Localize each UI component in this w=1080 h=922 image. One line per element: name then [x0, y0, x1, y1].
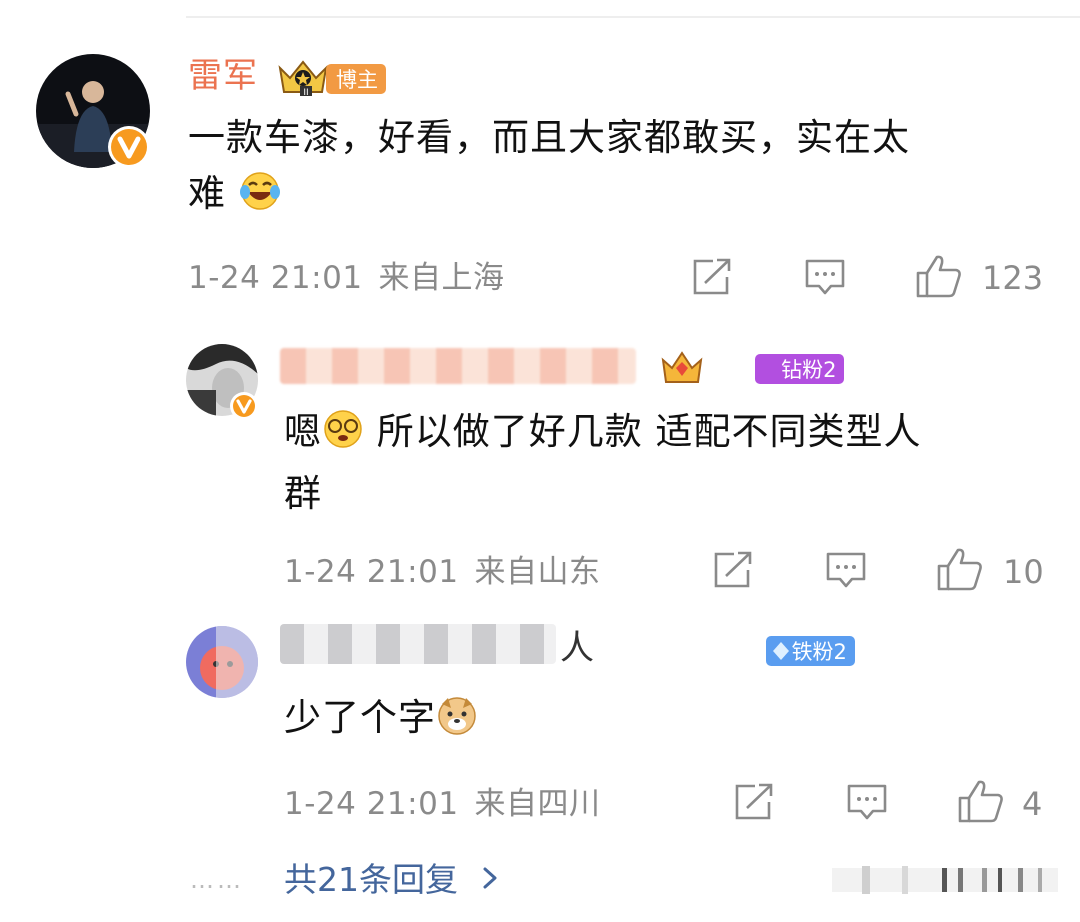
comment-meta: 1-24 21:01 来自上海 [188, 260, 505, 296]
like-icon[interactable] [915, 253, 963, 299]
svg-text:II: II [303, 88, 308, 98]
like-count: 10 [1003, 553, 1044, 591]
reply-text-2: 少了个字 [284, 690, 478, 752]
avatar-reply-2[interactable] [186, 626, 258, 698]
like-icon[interactable] [936, 546, 984, 592]
commenter-name[interactable]: 雷军 [188, 56, 258, 96]
laugh-cry-emoji [239, 170, 281, 228]
comment-icon[interactable] [825, 550, 867, 590]
reply-text-1: 嗯 所以做了好几款 适配不同类型人 群 [284, 408, 922, 515]
doge-emoji [436, 694, 478, 752]
blogger-badge: 博主 [326, 64, 386, 94]
iron-fan-badge: 铁粉2 [765, 636, 855, 666]
redacted-username [280, 624, 556, 664]
crown-icon: II [276, 58, 330, 98]
share-icon[interactable] [733, 782, 775, 822]
like-count: 4 [1022, 785, 1043, 823]
verified-badge-icon [108, 126, 150, 168]
share-icon[interactable] [691, 257, 733, 297]
dizzy-emoji [322, 408, 364, 466]
ellipsis-dots: …… [190, 866, 244, 894]
verified-badge-icon [230, 392, 258, 420]
like-icon[interactable] [957, 778, 1005, 824]
share-icon[interactable] [712, 550, 754, 590]
comment-text: 一款车漆，好看，而且大家都敢买，实在太 难 [188, 110, 910, 228]
redacted-username [280, 348, 636, 384]
diamond-crown-icon [660, 350, 704, 388]
chevron-right-icon [481, 862, 501, 902]
reply-meta-1: 1-24 21:01 来自山东 [284, 554, 601, 590]
username-suffix: 人 [560, 628, 594, 668]
diamond-fan-badge: 钻粉2 [755, 354, 845, 384]
watermark [832, 862, 1058, 898]
like-count: 123 [982, 259, 1044, 297]
diamond-icon [772, 641, 790, 666]
comment-icon[interactable] [846, 782, 888, 822]
top-divider [186, 16, 1080, 18]
more-replies-link[interactable]: 共21条回复 [284, 860, 501, 902]
comment-icon[interactable] [804, 257, 846, 297]
reply-meta-2: 1-24 21:01 来自四川 [284, 786, 601, 822]
